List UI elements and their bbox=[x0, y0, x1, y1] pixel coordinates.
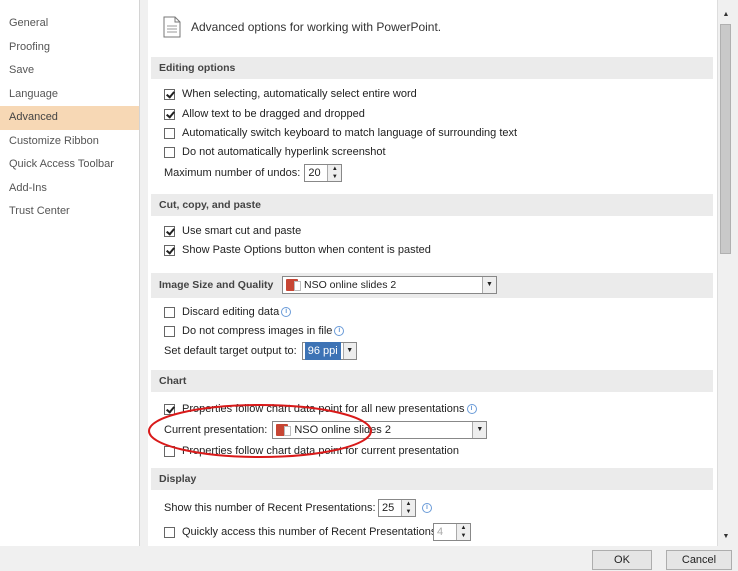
auto-select-word-checkbox[interactable] bbox=[164, 88, 175, 100]
nav-item-general[interactable]: General bbox=[0, 12, 139, 36]
show-paste-options-label: Show Paste Options button when content i… bbox=[182, 244, 431, 256]
section-cut-copy-paste: Cut, copy, and paste bbox=[151, 194, 713, 216]
nav-item-quick-access-toolbar[interactable]: Quick Access Toolbar bbox=[0, 153, 139, 177]
current-presentation-row: Current presentation: NSO online slides … bbox=[164, 421, 488, 439]
switch-keyboard-label: Automatically switch keyboard to match l… bbox=[182, 127, 518, 139]
spin-down-icon[interactable]: ▼ bbox=[328, 173, 341, 181]
ok-button[interactable]: OK bbox=[592, 550, 652, 570]
nav-item-save[interactable]: Save bbox=[0, 59, 139, 83]
show-paste-options-checkbox[interactable] bbox=[164, 244, 175, 256]
advanced-options-panel: Advanced options for working with PowerP… bbox=[148, 0, 717, 546]
info-icon: i bbox=[281, 307, 292, 317]
scrollbar-thumb[interactable] bbox=[720, 24, 731, 254]
section-editing-options: Editing options bbox=[151, 57, 713, 79]
quick-access-label: Quickly access this number of Recent Pre… bbox=[182, 526, 440, 538]
smart-cut-paste-checkbox[interactable] bbox=[164, 225, 175, 237]
max-undos-spinner[interactable]: 20 ▲ ▼ bbox=[304, 164, 343, 182]
props-follow-current-label: Properties follow chart data point for c… bbox=[182, 445, 459, 457]
quick-access-checkbox[interactable] bbox=[164, 526, 175, 538]
recent-presentations-label: Show this number of Recent Presentations… bbox=[164, 502, 376, 514]
current-presentation-dropdown[interactable]: NSO online slides 2 ▼ bbox=[272, 421, 488, 439]
section-image-size: Image Size and Quality NSO online slides… bbox=[151, 273, 713, 298]
scroll-down-icon[interactable]: ▼ bbox=[719, 530, 733, 544]
dialog-footer: OK Cancel bbox=[0, 546, 738, 571]
no-compress-label: Do not compress images in file bbox=[182, 325, 333, 337]
page-title: Advanced options for working with PowerP… bbox=[191, 20, 442, 34]
chevron-down-icon[interactable]: ▼ bbox=[482, 277, 496, 293]
recent-presentations-value[interactable]: 25 bbox=[379, 500, 401, 516]
panel-header: Advanced options for working with PowerP… bbox=[148, 0, 717, 52]
vertical-scrollbar[interactable]: ▲ ▼ bbox=[717, 0, 733, 546]
props-follow-all-label: Properties follow chart data point for a… bbox=[182, 403, 465, 415]
max-undos-value[interactable]: 20 bbox=[305, 165, 327, 181]
spin-up-icon[interactable]: ▲ bbox=[457, 524, 470, 532]
quick-access-row[interactable]: Quickly access this number of Recent Pre… bbox=[164, 523, 471, 541]
drag-drop-checkbox[interactable] bbox=[164, 108, 175, 120]
section-display: Display bbox=[151, 468, 713, 490]
cancel-button[interactable]: Cancel bbox=[666, 550, 732, 570]
nav-item-trust-center[interactable]: Trust Center bbox=[0, 200, 139, 224]
quick-access-value[interactable]: 4 bbox=[434, 524, 456, 540]
max-undos-row: Maximum number of undos: 20 ▲ ▼ bbox=[164, 164, 343, 182]
default-output-label: Set default target output to: bbox=[164, 345, 297, 357]
spin-up-icon[interactable]: ▲ bbox=[328, 165, 341, 173]
nav-item-advanced[interactable]: Advanced bbox=[0, 106, 139, 130]
auto-select-word-label: When selecting, automatically select ent… bbox=[182, 88, 417, 100]
show-paste-options-option[interactable]: Show Paste Options button when content i… bbox=[164, 241, 431, 259]
no-hyperlink-screenshot-option[interactable]: Do not automatically hyperlink screensho… bbox=[164, 143, 386, 161]
spin-up-icon[interactable]: ▲ bbox=[402, 500, 415, 508]
props-follow-all-option[interactable]: Properties follow chart data point for a… bbox=[164, 400, 477, 418]
switch-keyboard-option[interactable]: Automatically switch keyboard to match l… bbox=[164, 124, 517, 142]
nav-item-language[interactable]: Language bbox=[0, 83, 139, 107]
default-output-dropdown[interactable]: 96 ppi ▼ bbox=[301, 342, 357, 360]
discard-editing-checkbox[interactable] bbox=[164, 306, 175, 318]
image-size-title: Image Size and Quality bbox=[159, 279, 274, 291]
smart-cut-paste-option[interactable]: Use smart cut and paste bbox=[164, 222, 301, 240]
default-output-value: 96 ppi bbox=[304, 342, 341, 360]
auto-select-word-option[interactable]: When selecting, automatically select ent… bbox=[164, 85, 417, 103]
recent-presentations-spinner[interactable]: 25 ▲ ▼ bbox=[378, 499, 416, 517]
no-hyperlink-screenshot-label: Do not automatically hyperlink screensho… bbox=[182, 146, 386, 158]
document-icon bbox=[163, 16, 181, 38]
image-size-presentation-value: NSO online slides 2 bbox=[304, 278, 397, 291]
no-hyperlink-screenshot-checkbox[interactable] bbox=[164, 146, 175, 158]
current-presentation-value: NSO online slides 2 bbox=[294, 424, 391, 436]
scroll-up-icon[interactable]: ▲ bbox=[719, 8, 733, 22]
max-undos-label: Maximum number of undos: bbox=[164, 167, 301, 179]
recent-presentations-row: Show this number of Recent Presentations… bbox=[164, 499, 432, 517]
image-size-presentation-dropdown[interactable]: NSO online slides 2 ▼ bbox=[282, 276, 497, 294]
drag-drop-option[interactable]: Allow text to be dragged and dropped bbox=[164, 105, 365, 123]
no-compress-checkbox[interactable] bbox=[164, 325, 175, 337]
discard-editing-label: Discard editing data bbox=[182, 306, 280, 318]
props-follow-current-option[interactable]: Properties follow chart data point for c… bbox=[164, 442, 459, 460]
drag-drop-label: Allow text to be dragged and dropped bbox=[182, 108, 365, 120]
nav-item-proofing[interactable]: Proofing bbox=[0, 36, 139, 60]
no-compress-option[interactable]: Do not compress images in file i bbox=[164, 322, 345, 340]
section-chart: Chart bbox=[151, 370, 713, 392]
chevron-down-icon[interactable]: ▼ bbox=[342, 343, 356, 359]
props-follow-current-checkbox[interactable] bbox=[164, 445, 175, 457]
smart-cut-paste-label: Use smart cut and paste bbox=[182, 225, 302, 237]
discard-editing-option[interactable]: Discard editing data i bbox=[164, 303, 292, 321]
info-icon: i bbox=[466, 404, 477, 414]
nav-item-add-ins[interactable]: Add-Ins bbox=[0, 177, 139, 201]
powerpoint-file-icon bbox=[276, 424, 292, 436]
nav-item-customize-ribbon[interactable]: Customize Ribbon bbox=[0, 130, 139, 154]
default-output-row: Set default target output to: 96 ppi ▼ bbox=[164, 342, 357, 360]
chevron-down-icon[interactable]: ▼ bbox=[472, 422, 487, 438]
info-icon: i bbox=[334, 326, 345, 336]
options-nav: General Proofing Save Language Advanced … bbox=[0, 0, 140, 546]
quick-access-spinner[interactable]: 4 ▲ ▼ bbox=[433, 523, 471, 541]
spin-down-icon[interactable]: ▼ bbox=[402, 508, 415, 516]
powerpoint-file-icon bbox=[286, 279, 301, 291]
switch-keyboard-checkbox[interactable] bbox=[164, 127, 175, 139]
spin-down-icon[interactable]: ▼ bbox=[457, 532, 470, 540]
props-follow-all-checkbox[interactable] bbox=[164, 403, 175, 415]
info-icon: i bbox=[422, 503, 432, 513]
current-presentation-label: Current presentation: bbox=[164, 424, 268, 436]
